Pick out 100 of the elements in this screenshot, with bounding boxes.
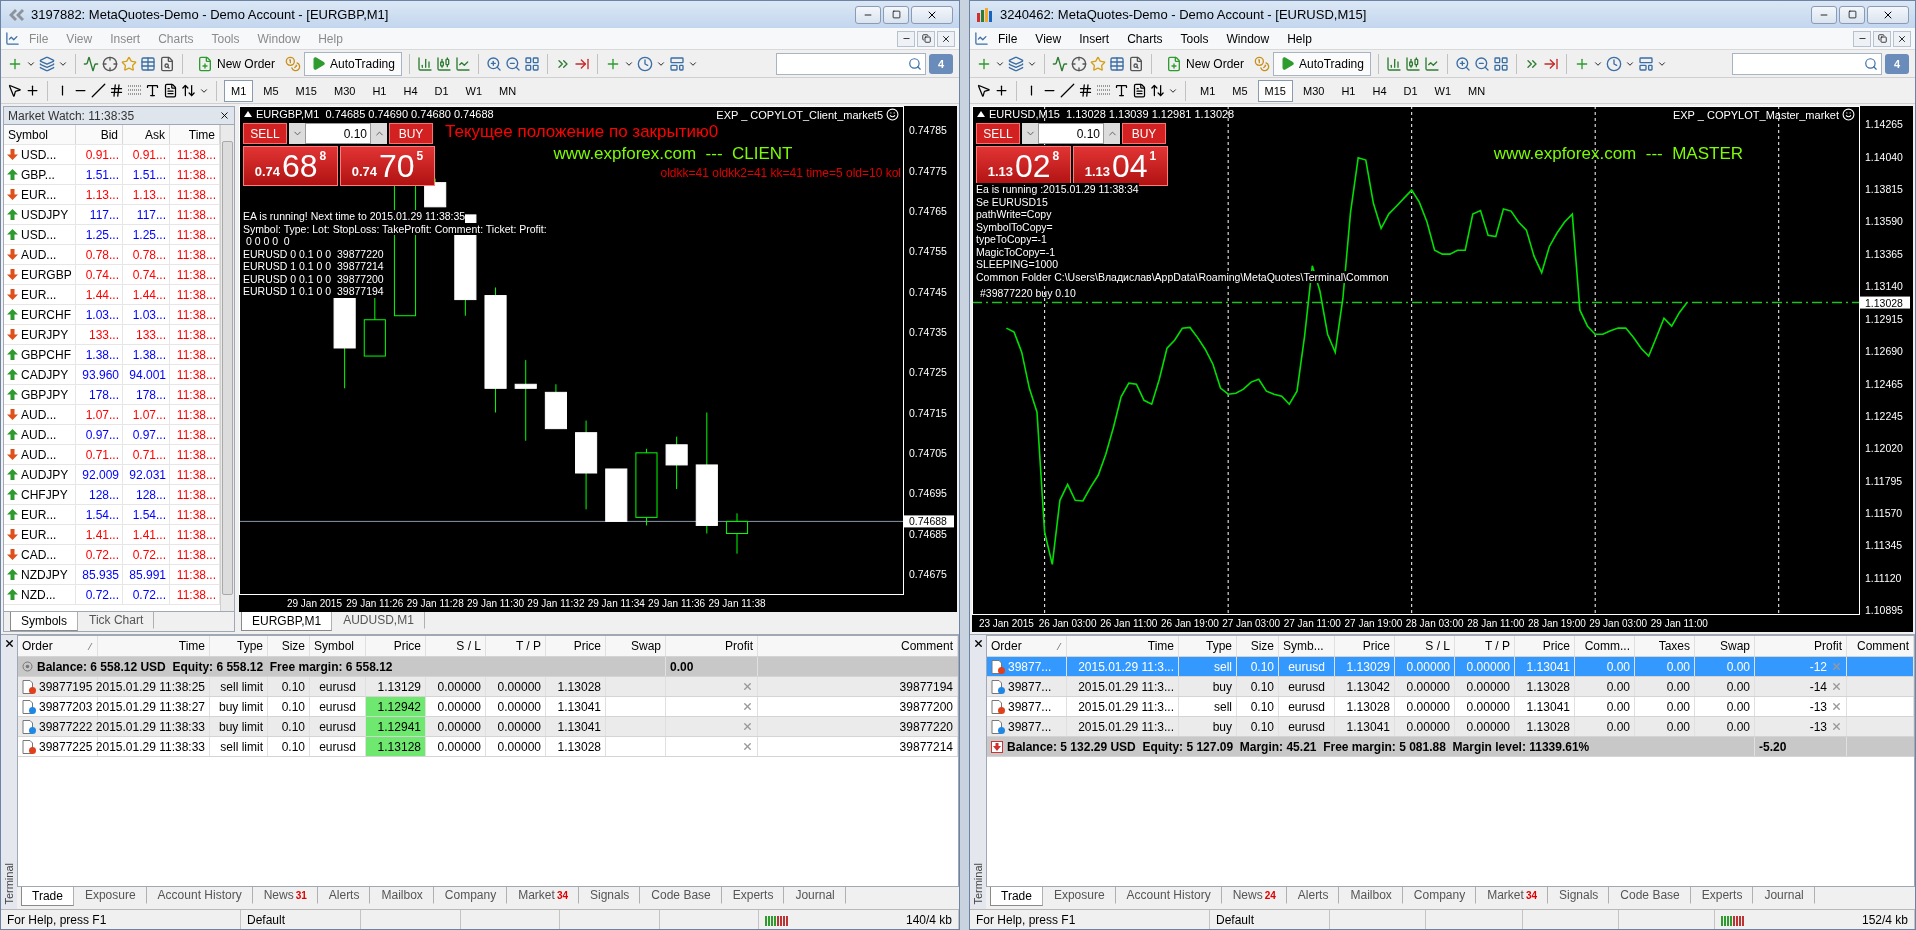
buy-button[interactable]: BUY	[1122, 123, 1166, 144]
maximize-button[interactable]	[883, 5, 909, 24]
column-header[interactable]: Comment	[758, 636, 958, 656]
column-header[interactable]: Swap	[606, 636, 666, 656]
restore-icon[interactable]	[1877, 34, 1887, 43]
close-icon[interactable]	[972, 638, 984, 649]
tab[interactable]: Symbols	[10, 612, 78, 631]
symbol-name[interactable]: EUR...	[21, 527, 57, 542]
maximize-button[interactable]	[1839, 5, 1865, 24]
column-header[interactable]: T / P	[486, 636, 546, 656]
arrows-icon[interactable]	[1150, 83, 1165, 98]
column-header[interactable]: Time	[98, 636, 210, 656]
column-header[interactable]: Order	[987, 636, 1067, 656]
menu-item[interactable]: Tools	[1171, 31, 1218, 46]
menu-item[interactable]: View	[1026, 31, 1071, 46]
lot-field[interactable]: 0.10	[1038, 123, 1104, 144]
symbol-name[interactable]: AUD...	[21, 427, 57, 442]
search-icon[interactable]	[1864, 56, 1878, 71]
autotrading-button[interactable]: AutoTrading	[304, 51, 402, 76]
zoom-out-icon[interactable]	[504, 55, 521, 72]
column-header[interactable]: T / P	[1455, 636, 1515, 656]
timeframe-button[interactable]: H1	[365, 79, 394, 102]
bar-chart-icon[interactable]	[416, 55, 433, 72]
column-header[interactable]: Comment	[1847, 636, 1914, 656]
new-order-button[interactable]: New Order	[190, 51, 282, 76]
close-order-icon[interactable]	[742, 741, 753, 752]
column-header[interactable]: S / L	[426, 636, 486, 656]
timeframe-button[interactable]: M30	[1295, 79, 1332, 102]
timeframe-button[interactable]: D1	[1396, 79, 1425, 102]
symbol-name[interactable]: CADJPY	[21, 367, 69, 382]
column-header[interactable]: Taxes	[1635, 636, 1695, 656]
column-header[interactable]: Price	[1515, 636, 1575, 656]
terminal-tab[interactable]: Trade	[990, 887, 1043, 906]
coins-icon[interactable]	[285, 55, 301, 72]
crosshair-icon[interactable]	[102, 55, 118, 72]
column-header[interactable]: Profit	[666, 636, 758, 656]
zoom-in-icon[interactable]	[485, 55, 502, 72]
crosshair-icon[interactable]	[994, 83, 1009, 98]
bar-chart-icon[interactable]	[1385, 55, 1402, 72]
menu-item[interactable]: Help	[1278, 31, 1321, 46]
search-field[interactable]	[776, 52, 926, 75]
close-order-icon[interactable]	[1831, 681, 1842, 692]
symbol-name[interactable]: NZDJPY	[21, 567, 68, 582]
column-header[interactable]: Ask	[123, 125, 170, 144]
table-row[interactable]: 39877195 2015.01.29 11:38:25 sell limit 0.10 eurusd 1.13129 0.00000 0.00000 1.13028 39877194	[18, 677, 958, 697]
crosshair-icon[interactable]	[25, 83, 40, 98]
crosshair-icon[interactable]	[1071, 55, 1087, 72]
column-header[interactable]: Type	[210, 636, 268, 656]
maximize-icon[interactable]	[1847, 10, 1857, 19]
column-header[interactable]: Price	[366, 636, 426, 656]
search-icon[interactable]	[908, 56, 922, 71]
zoom-in-icon[interactable]	[1454, 55, 1471, 72]
close-icon[interactable]	[941, 33, 951, 44]
column-header[interactable]: Time	[170, 125, 220, 144]
menu-item[interactable]: File	[989, 31, 1027, 46]
sell-button[interactable]: SELL	[976, 123, 1020, 144]
close-button[interactable]	[937, 30, 955, 47]
buy-button[interactable]: BUY	[389, 123, 433, 144]
symbol-name[interactable]: AUDJPY	[21, 467, 69, 482]
sell-button[interactable]: SELL	[243, 123, 287, 144]
column-header[interactable]: Comm...	[1575, 636, 1635, 656]
menu-item[interactable]: Charts	[1118, 31, 1172, 46]
column-header[interactable]: Bid	[76, 125, 123, 144]
symbol-name[interactable]: EUR...	[21, 287, 57, 302]
symbol-name[interactable]: GBP...	[21, 167, 55, 182]
triangle-icon[interactable]	[977, 111, 985, 117]
close-icon[interactable]	[1897, 33, 1907, 44]
symbol-name[interactable]: USDJPY	[21, 207, 69, 222]
scrollbar[interactable]	[220, 125, 234, 611]
candlestick-icon[interactable]	[435, 55, 452, 72]
symbol-name[interactable]: EURJPY	[21, 327, 69, 342]
table-row[interactable]: 39877222 2015.01.29 11:38:33 buy limit 0.10 eurusd 1.12941 0.00000 0.00000 1.13041 39877220	[18, 717, 958, 737]
cursor-icon[interactable]	[7, 83, 22, 98]
autotrading-button[interactable]: AutoTrading	[1273, 51, 1371, 76]
smiley-icon[interactable]	[886, 108, 899, 121]
document-plus-icon[interactable]	[197, 55, 213, 72]
table-row[interactable]: 39877203 2015.01.29 11:38:27 buy limit 0.10 eurusd 1.12942 0.00000 0.00000 1.13041 39877200	[18, 697, 958, 717]
document-plus-icon[interactable]	[1166, 55, 1182, 72]
timeframe-button[interactable]: W1	[1427, 79, 1459, 102]
timeframe-button[interactable]: W1	[458, 79, 490, 102]
data-window-icon[interactable]	[1109, 55, 1125, 72]
templates-icon[interactable]	[668, 55, 685, 72]
clock-icon[interactable]	[1605, 55, 1622, 72]
timeframe-button[interactable]: H1	[1334, 79, 1363, 102]
clock-icon[interactable]	[636, 55, 653, 72]
channel-icon[interactable]	[1078, 83, 1093, 98]
close-order-icon[interactable]	[742, 681, 753, 692]
trend-line-icon[interactable]	[1060, 83, 1075, 98]
table-row[interactable]: 39877... 2015.01.29 11:3... sell 0.10 eurusd 1.13028 0.00000 0.00000 1.13041 0.00 0.00 0.00 -13	[987, 697, 1914, 717]
close-button[interactable]	[1893, 30, 1911, 47]
symbol-name[interactable]: USD...	[21, 147, 57, 162]
close-order-icon[interactable]	[742, 701, 753, 712]
column-header[interactable]: Swap	[1695, 636, 1755, 656]
channel-icon[interactable]	[109, 83, 124, 98]
symbol-name[interactable]: EURCHF	[21, 307, 71, 322]
column-header[interactable]: Time	[1067, 636, 1179, 656]
symbol-name[interactable]: EUR...	[21, 187, 57, 202]
tile-windows-icon[interactable]	[1492, 55, 1509, 72]
column-header[interactable]: Size	[268, 636, 310, 656]
candlestick-icon[interactable]	[1404, 55, 1421, 72]
